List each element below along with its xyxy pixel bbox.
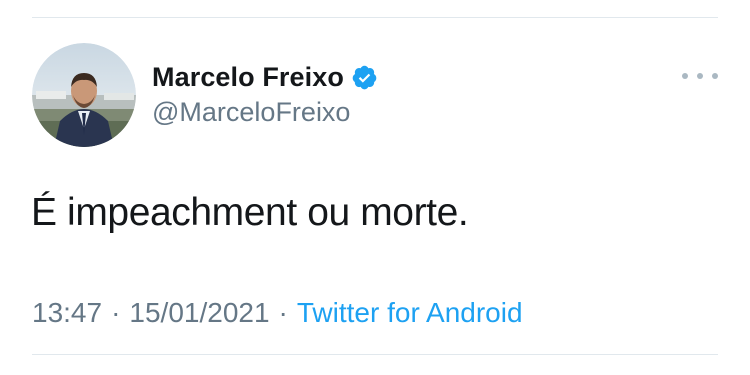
tweet-text: É impeachment ou morte.: [31, 191, 469, 234]
tweet-card: Marcelo Freixo @MarceloFreixo É impeachm…: [0, 0, 750, 375]
tweet-date[interactable]: 15/01/2021: [129, 297, 269, 329]
more-options-button[interactable]: [682, 62, 718, 90]
tweet-time[interactable]: 13:47: [32, 297, 102, 329]
tweet-source-link[interactable]: Twitter for Android: [297, 297, 523, 329]
meta-separator: ·: [278, 297, 288, 328]
top-divider: [32, 17, 718, 18]
more-dot-icon: [712, 73, 718, 79]
tweet-meta: 13:47 · 15/01/2021 · Twitter for Android: [32, 297, 523, 329]
author-name-row: Marcelo Freixo: [152, 58, 378, 96]
author-display-name[interactable]: Marcelo Freixo: [152, 62, 344, 93]
author-handle[interactable]: @MarceloFreixo: [152, 97, 350, 128]
author-avatar[interactable]: [32, 43, 136, 147]
more-dot-icon: [697, 73, 703, 79]
more-dot-icon: [682, 73, 688, 79]
meta-separator: ·: [111, 297, 121, 328]
bottom-divider: [32, 354, 718, 355]
verified-badge-icon: [352, 65, 377, 89]
